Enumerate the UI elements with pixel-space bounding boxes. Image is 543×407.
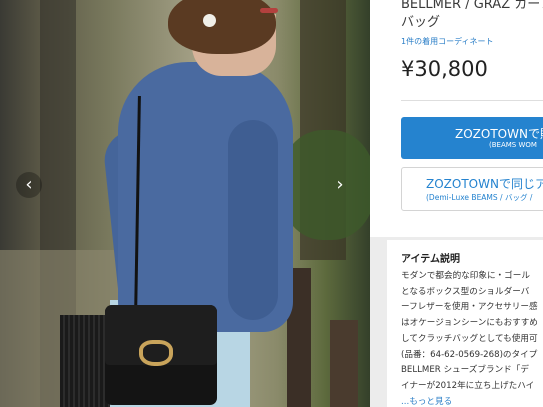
product-photo: ‹ ›	[0, 0, 370, 407]
product-title: BELLMER / GRAZ カーフレ バッグ	[401, 0, 543, 32]
background-foliage	[280, 130, 370, 240]
description-line: イナーが2012年に立ち上げたハイ	[401, 380, 535, 391]
zozotown-buy-button[interactable]: ZOZOTOWNで購 (BEAMS WOM	[401, 117, 543, 159]
product-info-panel: BELLMER / GRAZ カーフレ バッグ 1件の着用コーディネート ¥30…	[370, 0, 543, 407]
background-post	[330, 320, 358, 407]
description-line: してクラッチバッグとしても使用可	[401, 333, 538, 344]
model-lips	[260, 8, 278, 13]
gold-ring-hardware	[139, 340, 173, 366]
button-sublabel: (BEAMS WOM	[489, 141, 537, 149]
description-line: (品番：64-62-0569-268)のタイプ	[401, 349, 538, 360]
product-summary-card: BELLMER / GRAZ カーフレ バッグ 1件の着用コーディネート ¥30…	[370, 0, 543, 237]
earring	[203, 14, 216, 27]
sweater-sleeve	[228, 120, 278, 320]
carousel-next-button[interactable]: ›	[327, 172, 353, 198]
zozotown-similar-button[interactable]: ZOZOTOWNで同じア (Demi-Luxe BEAMS / バッグ /	[401, 167, 543, 211]
chevron-right-icon: ›	[336, 174, 344, 195]
description-line: モダンで都会的な印象に・ゴール	[401, 271, 530, 281]
product-title-line: バッグ	[401, 15, 441, 30]
item-description-card: アイテム説明 モダンで都会的な印象に・ゴール となるボックス型のショルダーバ ー…	[387, 240, 543, 407]
button-sublabel: (Demi-Luxe BEAMS / バッグ /	[426, 193, 533, 202]
description-line: ーフレザーを使用・アクセサリー感	[401, 302, 538, 313]
button-label: ZOZOTOWNで同じア	[426, 177, 543, 191]
read-more-link[interactable]: ...もっと見る	[401, 395, 452, 407]
description-line: となるボックス型のショルダーバ	[401, 286, 530, 297]
description-line: BELLMER シューズブランド「デ	[401, 365, 529, 376]
coordinate-link[interactable]: 1件の着用コーディネート	[401, 36, 494, 47]
button-label: ZOZOTOWNで購	[455, 127, 543, 141]
description-line: はオケージョンシーンにもおすすめ	[401, 318, 538, 329]
chevron-left-icon: ‹	[25, 174, 33, 195]
description-text: モダンで都会的な印象に・ゴール となるボックス型のショルダーバ ーフレザーを使用…	[401, 269, 543, 395]
divider	[401, 100, 543, 101]
description-title: アイテム説明	[401, 254, 460, 265]
carousel-prev-button[interactable]: ‹	[16, 172, 42, 198]
product-title-line: BELLMER / GRAZ カーフレ	[401, 0, 543, 12]
product-price: ¥30,800	[401, 57, 488, 81]
